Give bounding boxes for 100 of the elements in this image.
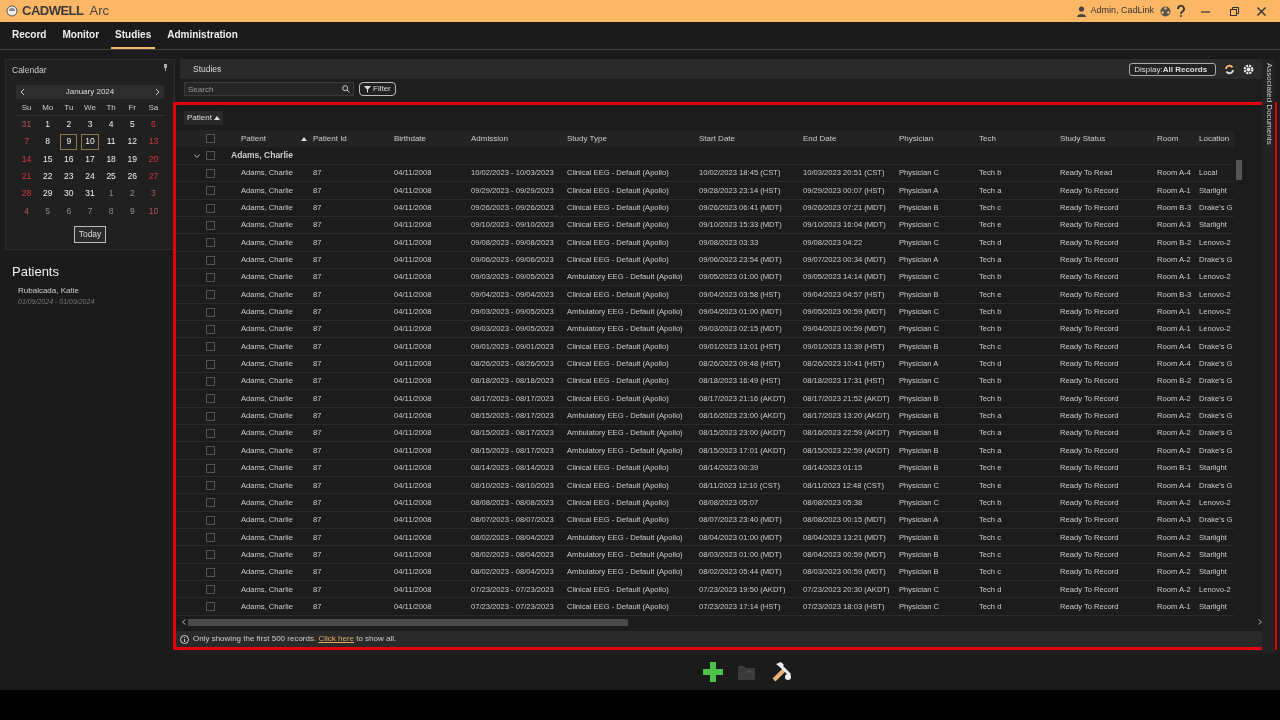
calendar-day[interactable]: 5	[123, 116, 141, 133]
checkbox[interactable]	[206, 428, 215, 438]
checkbox[interactable]	[206, 290, 215, 300]
calendar-day[interactable]: 27	[144, 168, 162, 185]
today-button[interactable]: Today	[73, 226, 107, 243]
calendar-day[interactable]: 26	[123, 168, 141, 185]
column-header[interactable]: Birthdate	[394, 133, 427, 143]
chevron-left-icon[interactable]	[182, 619, 186, 625]
plus-icon[interactable]	[702, 662, 723, 682]
column-header[interactable]: Location	[1199, 133, 1230, 143]
checkbox[interactable]	[206, 238, 215, 248]
calendar-day[interactable]: 14	[18, 151, 36, 167]
checkbox[interactable]	[206, 307, 215, 317]
calendar-day[interactable]: 12	[123, 134, 141, 150]
menu-tab[interactable]: Monitor	[58, 22, 104, 49]
checkbox[interactable]	[206, 481, 215, 490]
column-header[interactable]: Patient	[241, 132, 266, 145]
menu-tab[interactable]: Studies	[111, 22, 156, 49]
group-by-chip[interactable]: Patient	[184, 111, 223, 125]
calendar-day[interactable]: 17	[81, 151, 99, 167]
filter-button[interactable]: Filter	[359, 82, 396, 96]
calendar-day[interactable]: 28	[18, 186, 36, 202]
column-header[interactable]: Room	[1157, 133, 1179, 143]
column-header[interactable]: End Date	[803, 133, 837, 143]
calendar-day[interactable]: 24	[81, 168, 99, 185]
calendar-day[interactable]: 3	[144, 186, 162, 202]
calendar-day[interactable]: 3	[81, 116, 99, 133]
checkbox[interactable]	[206, 567, 215, 577]
calendar-day[interactable]: 29	[39, 186, 57, 202]
pin-icon[interactable]	[163, 64, 168, 71]
chevron-right-icon[interactable]	[155, 87, 160, 96]
scroll-thumb[interactable]	[1236, 160, 1242, 180]
calendar-day[interactable]: 21	[18, 168, 36, 185]
calendar-day[interactable]: 2	[123, 186, 141, 202]
calendar-day[interactable]: 8	[39, 134, 57, 150]
side-tab[interactable]: Associated Documents	[1262, 59, 1275, 654]
chevron-right-icon[interactable]	[1258, 619, 1262, 625]
checkbox[interactable]	[206, 585, 215, 595]
calendar-day[interactable]: 25	[102, 168, 120, 185]
column-header[interactable]: Tech	[979, 133, 996, 143]
menu-tab[interactable]: Administration	[163, 22, 242, 49]
calendar-day[interactable]: 31	[18, 116, 36, 133]
calendar-day[interactable]: 30	[60, 186, 78, 202]
calendar-day[interactable]: 22	[39, 168, 57, 185]
calendar-day[interactable]: 2	[60, 116, 78, 133]
search-field[interactable]: Search	[184, 82, 354, 96]
column-header[interactable]: Physician	[899, 133, 934, 143]
calendar-day[interactable]: 13	[144, 134, 162, 150]
calendar-day[interactable]: 4	[18, 203, 36, 220]
calendar-day[interactable]: 8	[102, 203, 120, 220]
close-icon[interactable]	[1257, 6, 1266, 16]
calendar-day[interactable]: 4	[102, 116, 120, 133]
checkbox[interactable]	[206, 168, 215, 178]
checkbox[interactable]	[206, 220, 215, 230]
calendar-day[interactable]: 7	[18, 134, 36, 150]
chevron-left-icon[interactable]	[20, 87, 25, 96]
column-header[interactable]: Study Type	[567, 133, 607, 143]
checkbox[interactable]	[206, 394, 215, 404]
checkbox[interactable]	[206, 150, 215, 160]
folder-icon[interactable]	[736, 663, 757, 681]
column-header[interactable]: Patient Id	[313, 133, 347, 143]
calendar-day[interactable]: 6	[60, 203, 78, 220]
checkbox[interactable]	[206, 342, 215, 352]
column-header[interactable]: Admission	[471, 133, 508, 143]
calendar-day[interactable]: 9	[60, 134, 78, 150]
calendar-day[interactable]: 15	[39, 151, 57, 167]
checkbox[interactable]	[206, 272, 215, 282]
calendar-day[interactable]: 10	[81, 134, 99, 150]
checkbox[interactable]	[206, 376, 215, 386]
checkbox[interactable]	[206, 550, 215, 560]
settings-icon[interactable]	[1243, 63, 1254, 75]
restore-icon[interactable]	[1230, 6, 1239, 16]
checkbox[interactable]	[206, 446, 215, 456]
checkbox[interactable]	[206, 515, 215, 525]
display-dropdown[interactable]: Display:All Records	[1129, 62, 1216, 76]
checkbox[interactable]	[206, 133, 215, 143]
chevron-down-icon[interactable]	[194, 153, 200, 158]
checkbox[interactable]	[206, 463, 215, 473]
checkbox[interactable]	[206, 186, 215, 196]
calendar-day[interactable]: 18	[102, 151, 120, 167]
show-all-link[interactable]: Click here	[318, 634, 354, 643]
checkbox[interactable]	[206, 359, 215, 369]
calendar-day[interactable]: 10	[144, 203, 162, 220]
calendar-day[interactable]: 5	[39, 203, 57, 220]
calendar-day[interactable]: 16	[60, 151, 78, 167]
checkbox[interactable]	[206, 255, 215, 265]
search-icon[interactable]	[342, 85, 350, 93]
refresh-icon[interactable]	[1224, 63, 1235, 75]
calendar-day[interactable]: 19	[123, 151, 141, 167]
calendar-day[interactable]: 7	[81, 203, 99, 220]
column-header[interactable]: Study Status	[1060, 133, 1106, 143]
calendar-day[interactable]: 20	[144, 151, 162, 167]
calendar-day[interactable]: 6	[144, 116, 162, 133]
calendar-day[interactable]: 31	[81, 186, 99, 202]
reel-icon[interactable]	[1160, 5, 1171, 17]
checkbox[interactable]	[206, 498, 215, 508]
checkbox[interactable]	[206, 533, 215, 543]
calendar-day[interactable]: 9	[123, 203, 141, 220]
calendar-day[interactable]: 23	[60, 168, 78, 185]
column-header[interactable]: Start Date	[699, 133, 735, 143]
